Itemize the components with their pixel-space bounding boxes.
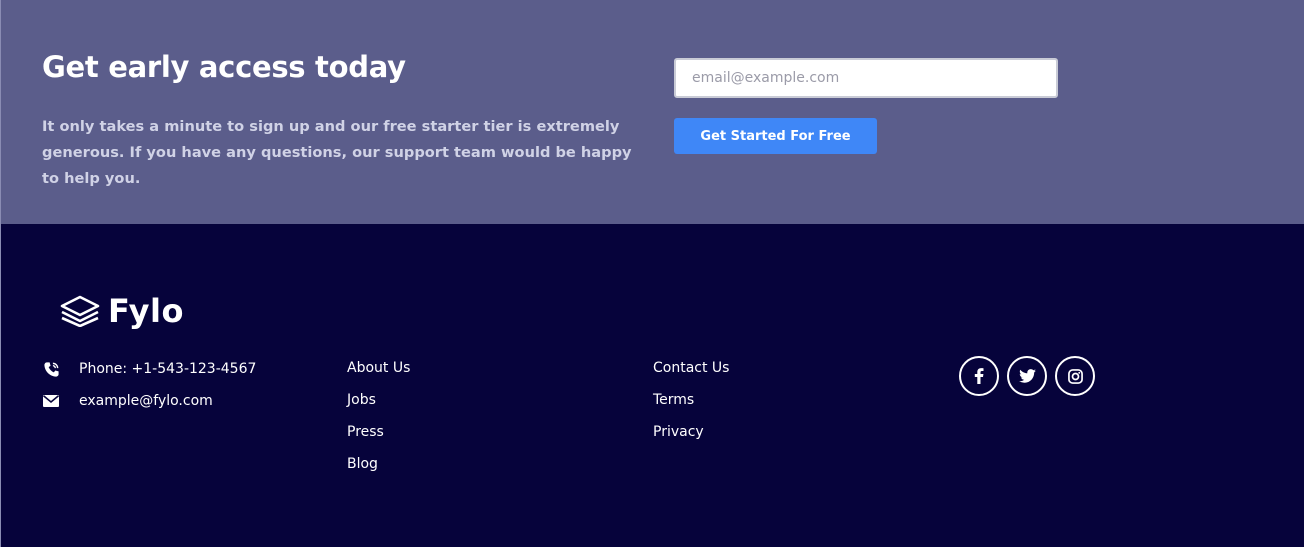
facebook-link[interactable] [959,356,999,396]
link-privacy[interactable]: Privacy [653,424,704,440]
contact-phone[interactable]: Phone: +1-543-123-4567 [42,360,256,378]
get-started-button[interactable]: Get Started For Free [674,118,877,154]
footer: Fylo Phone: +1-543-123-4567 example@fylo… [0,224,1304,547]
link-press[interactable]: Press [347,424,384,440]
email-input[interactable] [674,58,1058,98]
stacked-layers-icon [60,295,100,327]
early-access-section: Get early access today It only takes a m… [0,0,1304,224]
phone-text: Phone: +1-543-123-4567 [79,361,257,377]
envelope-icon [42,392,60,410]
contact-email[interactable]: example@fylo.com [42,392,213,410]
link-blog[interactable]: Blog [347,456,378,472]
logo-text: Fylo [108,292,184,330]
fylo-logo[interactable]: Fylo [60,292,184,330]
twitter-link[interactable] [1007,356,1047,396]
email-text: example@fylo.com [79,393,213,409]
link-about-us[interactable]: About Us [347,360,410,376]
cta-description: It only takes a minute to sign up and ou… [42,118,632,187]
facebook-icon [974,368,984,384]
instagram-link[interactable] [1055,356,1095,396]
link-terms[interactable]: Terms [653,392,694,408]
twitter-icon [1018,369,1036,383]
phone-icon [42,360,60,378]
link-contact-us[interactable]: Contact Us [653,360,729,376]
cta-title: Get early access today [42,50,406,84]
instagram-icon [1067,368,1083,384]
link-jobs[interactable]: Jobs [347,392,376,408]
